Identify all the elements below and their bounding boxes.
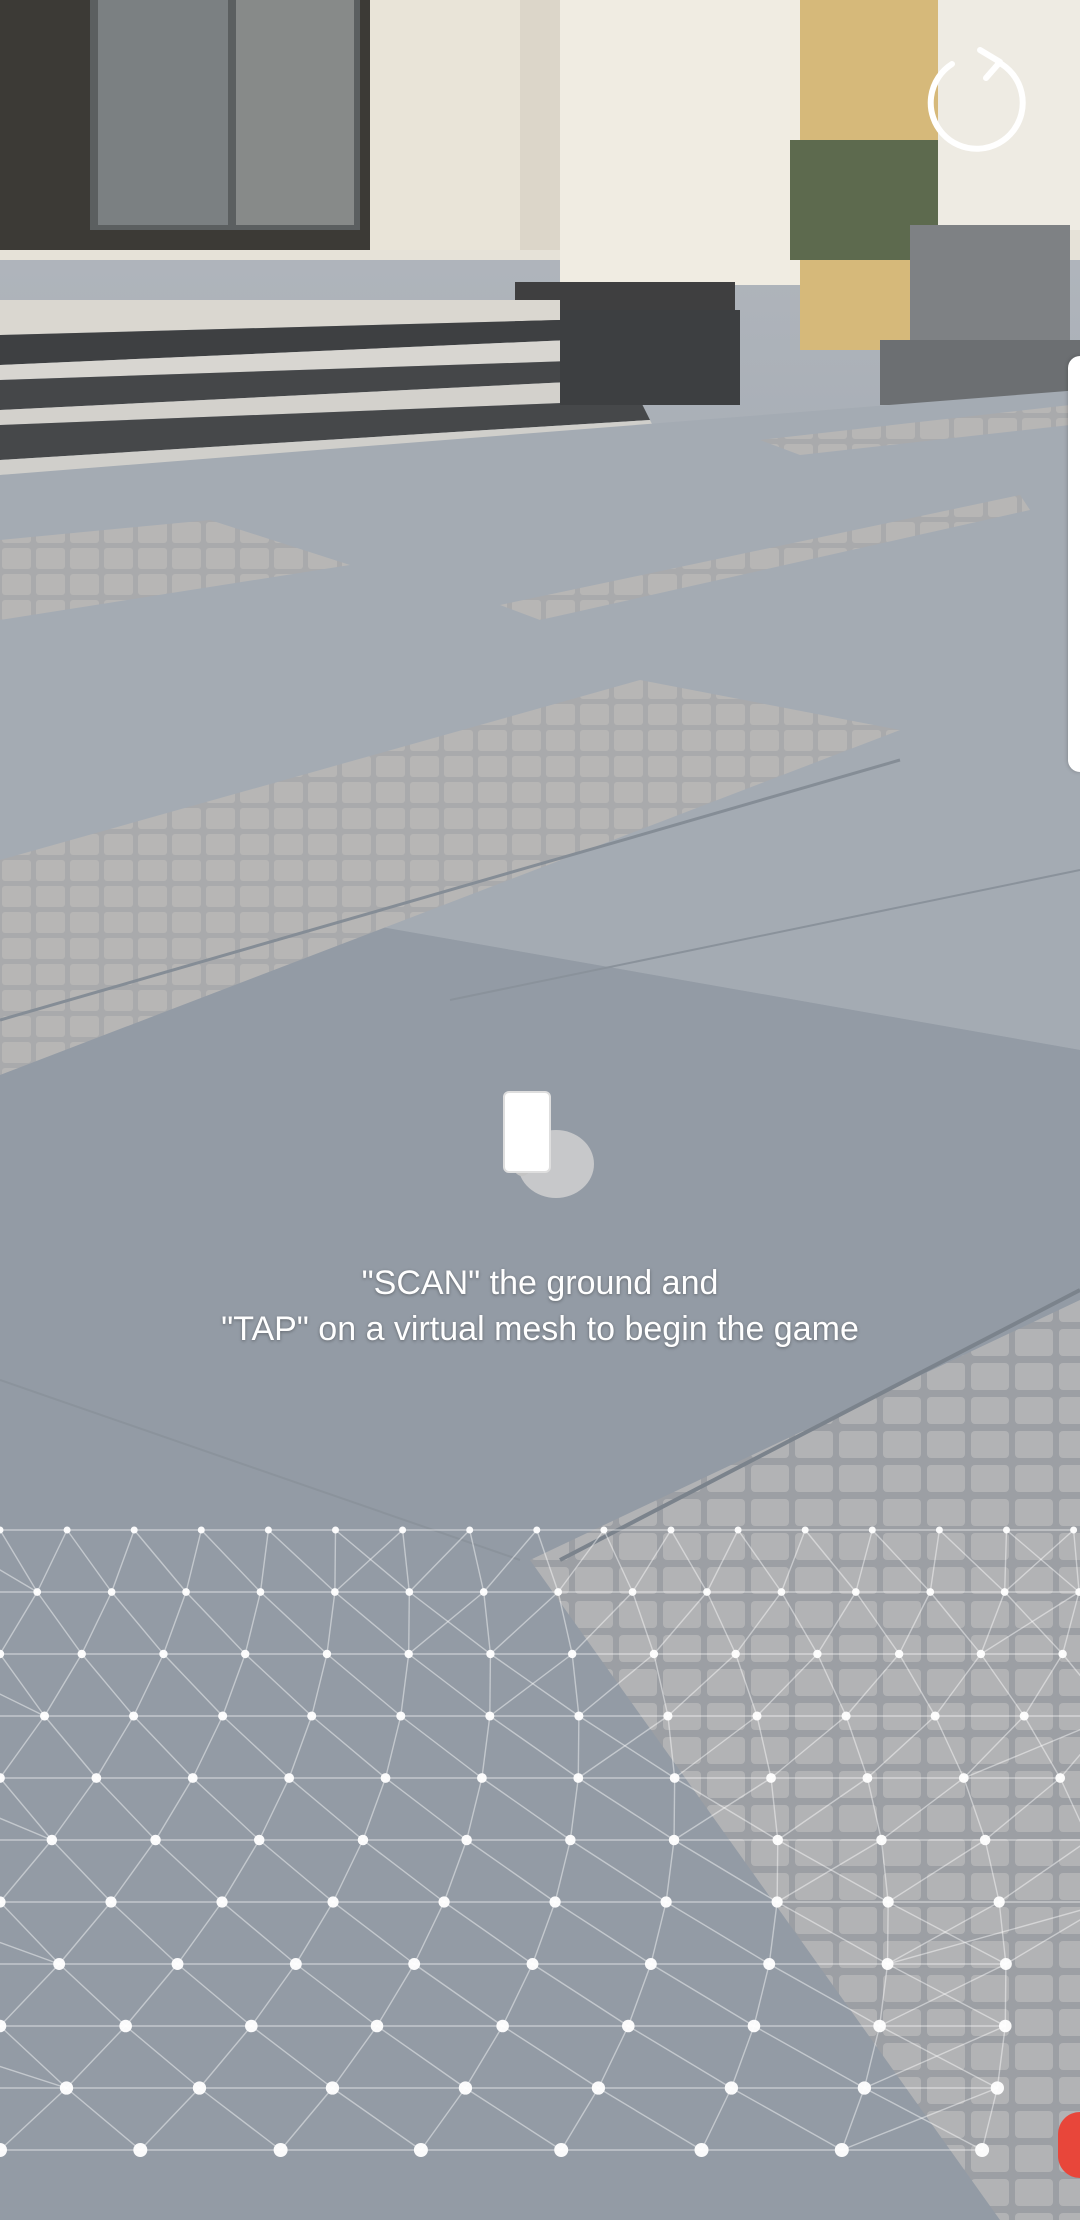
ar-camera-screen[interactable]: "SCAN" the ground and "TAP" on a virtual… <box>0 0 1080 2220</box>
instruction-text: "SCAN" the ground and "TAP" on a virtual… <box>0 1260 1080 1352</box>
edge-panel-handle[interactable] <box>1068 356 1080 772</box>
refresh-icon <box>927 47 1026 152</box>
instruction-line-1: "SCAN" the ground and <box>361 1264 719 1302</box>
hand-holding-phone-icon <box>488 1086 598 1202</box>
refresh-button[interactable] <box>918 44 1034 160</box>
corner-indicator <box>1058 2112 1080 2178</box>
instruction-line-2: "TAP" on a virtual mesh to begin the gam… <box>221 1310 859 1348</box>
